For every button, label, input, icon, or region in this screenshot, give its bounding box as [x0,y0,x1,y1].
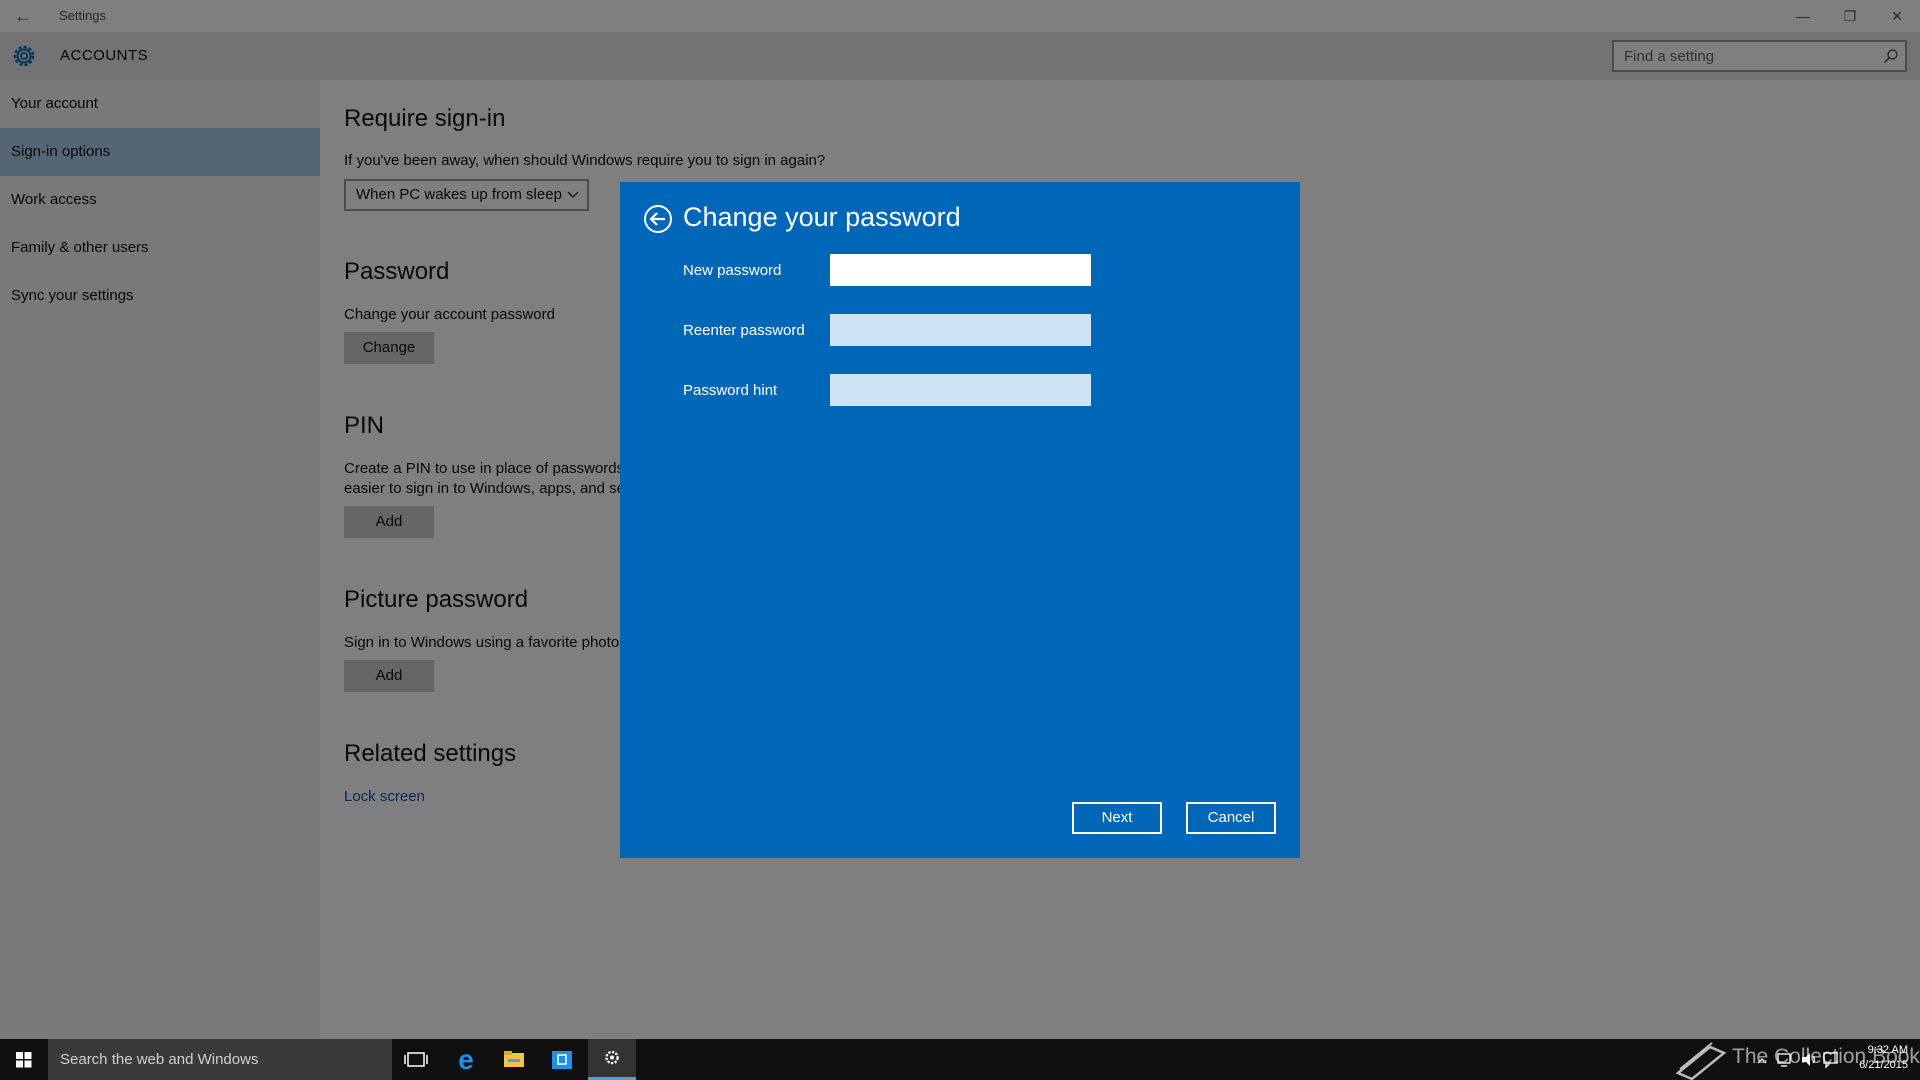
taskbar-search[interactable]: Search the web and Windows [48,1039,392,1080]
next-button[interactable]: Next [1072,802,1162,834]
taskbar: Search the web and Windows e The Collect… [0,1039,1920,1080]
reenter-password-label: Reenter password [683,322,805,339]
cancel-button[interactable]: Cancel [1186,802,1276,834]
back-circle-icon[interactable] [643,204,673,234]
store-icon[interactable] [538,1039,586,1080]
file-explorer-icon[interactable] [490,1039,538,1080]
reenter-password-field[interactable] [830,314,1091,346]
new-password-field[interactable] [830,254,1091,286]
taskbar-search-text: Search the web and Windows [60,1051,259,1068]
clock-time: 9:32 AM [1867,1044,1908,1056]
password-hint-label: Password hint [683,382,778,399]
change-password-dialog: Change your password New password Reente… [620,182,1300,858]
book-logo-icon [1675,1042,1727,1080]
taskbar-clock[interactable]: 9:32 AM 6/21/2015 [1848,1043,1908,1073]
windows-start-icon[interactable] [0,1039,48,1080]
task-view-icon[interactable] [392,1039,440,1080]
clock-date: 6/21/2015 [1859,1059,1908,1071]
new-password-label: New password [683,262,782,279]
edge-browser-icon[interactable]: e [442,1039,490,1080]
password-hint-field[interactable] [830,374,1091,406]
dialog-title: Change your password [683,202,961,232]
settings-taskbar-icon[interactable] [588,1039,636,1080]
svg-text:e: e [458,1044,474,1075]
system-tray-icons[interactable] [1752,1039,1842,1080]
